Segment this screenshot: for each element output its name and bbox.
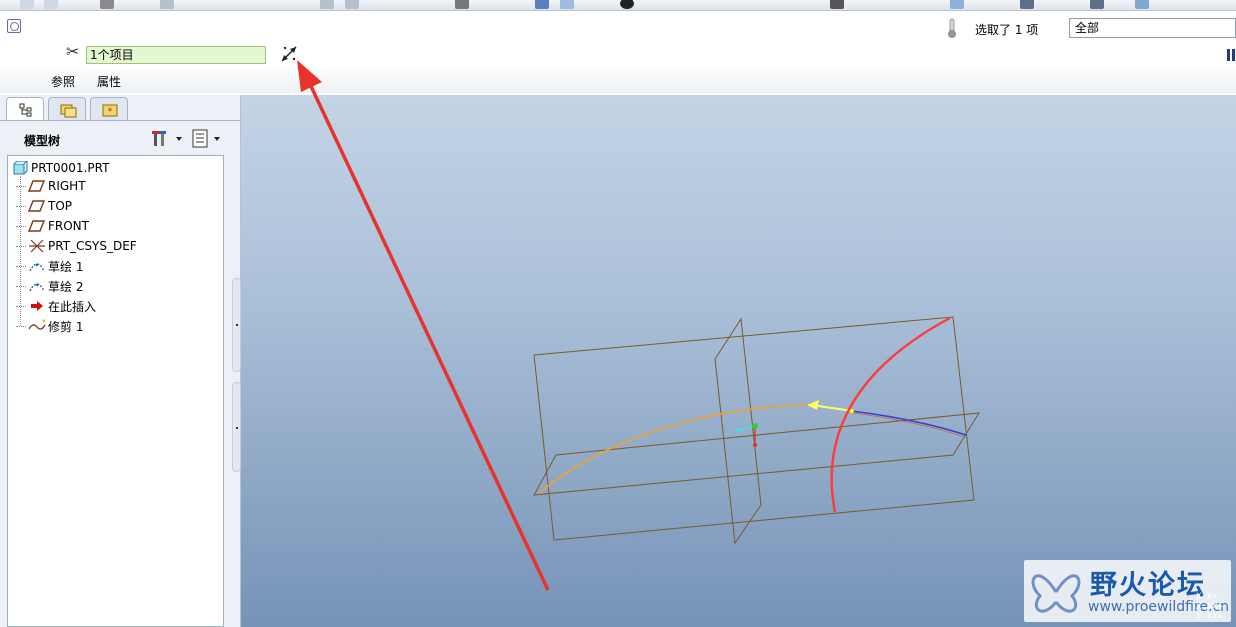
toolbar-icon-datum[interactable] bbox=[830, 0, 844, 9]
flip-direction-icon[interactable] bbox=[279, 44, 299, 64]
toolbar-icon-zoom[interactable] bbox=[560, 0, 574, 9]
tree-item-label: FRONT bbox=[48, 219, 89, 233]
model-tree: PRT0001.PRT RIGHT TOP FRONT PRT_CSYS_DEF bbox=[7, 155, 224, 627]
favorites-icon: * bbox=[102, 104, 118, 117]
sketch-curve-blue[interactable] bbox=[850, 410, 967, 436]
panel-sash-handle[interactable] bbox=[232, 382, 241, 472]
model-tree-icon bbox=[19, 103, 32, 117]
csys-x-point bbox=[736, 428, 740, 432]
feature-dashboard: ✂ 1个项目 参照 属性 选取了 1 项 全部 bbox=[0, 11, 1236, 93]
datum-plane-icon bbox=[28, 220, 46, 232]
csys-icon bbox=[29, 239, 45, 253]
selection-status-icon bbox=[948, 18, 956, 38]
selection-filter-select[interactable]: 全部 bbox=[1069, 18, 1236, 38]
tree-settings-button[interactable] bbox=[152, 128, 184, 150]
trim-object-collector[interactable]: 1个项目 bbox=[86, 46, 266, 64]
panel-sash-handle[interactable] bbox=[232, 278, 241, 372]
folder-browser-icon bbox=[60, 104, 77, 118]
csys-z-point bbox=[753, 443, 757, 447]
show-list-icon bbox=[192, 129, 220, 148]
sketch-icon bbox=[29, 283, 45, 292]
watermark-title: 野火论坛 bbox=[1090, 570, 1206, 601]
toolbar-icon-csys[interactable] bbox=[1135, 0, 1149, 9]
tab-favorites[interactable]: * bbox=[90, 97, 128, 121]
scissors-icon: ✂ bbox=[66, 42, 80, 61]
toolbar-icon-new[interactable] bbox=[20, 0, 34, 9]
toolbar-icon-axis[interactable] bbox=[1020, 0, 1034, 9]
svg-text:*: * bbox=[108, 107, 113, 117]
navigator-panel: * 模型树 PRT0001.PRT RIGHT TOP FRONT PRT_CS… bbox=[0, 95, 241, 627]
toolbar-icon-redo[interactable] bbox=[345, 0, 359, 9]
sketch-icon bbox=[29, 263, 45, 272]
tree-item-insert-here[interactable]: 在此插入 bbox=[16, 296, 96, 316]
toolbar-icon-undo[interactable] bbox=[320, 0, 334, 9]
pause-icon[interactable] bbox=[1227, 49, 1236, 61]
toolbar-icon-open[interactable] bbox=[44, 0, 58, 9]
toolbar-icon-shade[interactable] bbox=[620, 0, 634, 9]
intersection-point bbox=[850, 409, 854, 413]
tree-show-button[interactable] bbox=[192, 128, 224, 150]
main-toolbar bbox=[0, 0, 1236, 11]
tree-item-right[interactable]: RIGHT bbox=[16, 176, 86, 196]
part-icon bbox=[13, 161, 28, 175]
svg-text:*: * bbox=[42, 319, 46, 327]
insert-here-icon bbox=[31, 301, 43, 311]
butterfly-logo-icon bbox=[1031, 574, 1081, 613]
tree-item-front[interactable]: FRONT bbox=[16, 216, 89, 236]
tree-root-item[interactable]: PRT0001.PRT bbox=[12, 159, 109, 177]
datum-plane-icon bbox=[28, 200, 46, 212]
tab-properties[interactable]: 属性 bbox=[97, 73, 121, 90]
settings-tools-icon bbox=[152, 131, 182, 146]
tree-item-label: RIGHT bbox=[48, 179, 86, 193]
tree-item-csys[interactable]: PRT_CSYS_DEF bbox=[16, 236, 137, 256]
toolbar-icon-plane[interactable] bbox=[950, 0, 964, 9]
tree-item-label: 草绘 2 bbox=[48, 279, 84, 294]
tree-item-sketch-2[interactable]: 草绘 2 bbox=[16, 276, 83, 296]
model-scene bbox=[533, 316, 980, 545]
model-tree-title: 模型树 bbox=[24, 134, 61, 148]
tab-model-tree[interactable] bbox=[6, 97, 44, 121]
tree-item-label: 在此插入 bbox=[48, 299, 97, 314]
tree-item-label: PRT_CSYS_DEF bbox=[48, 239, 137, 253]
selection-status-text: 选取了 1 项 bbox=[975, 23, 1039, 37]
tree-root-label: PRT0001.PRT bbox=[31, 161, 110, 175]
tree-item-label: 草绘 1 bbox=[48, 259, 84, 274]
graphics-window[interactable] bbox=[241, 95, 1236, 627]
datum-plane-icon bbox=[28, 180, 46, 192]
toolbar-icon-print[interactable] bbox=[160, 0, 174, 9]
tab-references[interactable]: 参照 bbox=[51, 73, 75, 90]
sketch-curve-orange[interactable] bbox=[538, 404, 812, 494]
toolbar-icon-orient[interactable] bbox=[535, 0, 549, 9]
trim-curve-red[interactable] bbox=[830, 316, 951, 513]
dashboard-slide-tabs-bar bbox=[0, 63, 1236, 93]
toolbar-icon-save[interactable] bbox=[100, 0, 114, 9]
toolbar-icon-repaint[interactable] bbox=[455, 0, 469, 9]
tree-item-label: 修剪 1 bbox=[48, 319, 84, 334]
coordinate-readout: X X+ X XX+ Y YX+ bbox=[1196, 592, 1224, 622]
toolbar-icon-point[interactable] bbox=[1090, 0, 1104, 9]
tab-folder-browser[interactable] bbox=[48, 97, 86, 121]
trim-feature-icon bbox=[7, 19, 21, 33]
trim-icon: * bbox=[28, 319, 46, 330]
tree-item-label: TOP bbox=[48, 199, 73, 213]
tree-item-top[interactable]: TOP bbox=[16, 196, 72, 216]
tree-item-sketch-1[interactable]: 草绘 1 bbox=[16, 256, 83, 276]
direction-arrow-icon[interactable] bbox=[807, 400, 819, 410]
tab-strip-line bbox=[0, 120, 241, 121]
tree-item-trim-1[interactable]: * 修剪 1 bbox=[16, 316, 83, 336]
csys-origin-point bbox=[752, 423, 758, 429]
